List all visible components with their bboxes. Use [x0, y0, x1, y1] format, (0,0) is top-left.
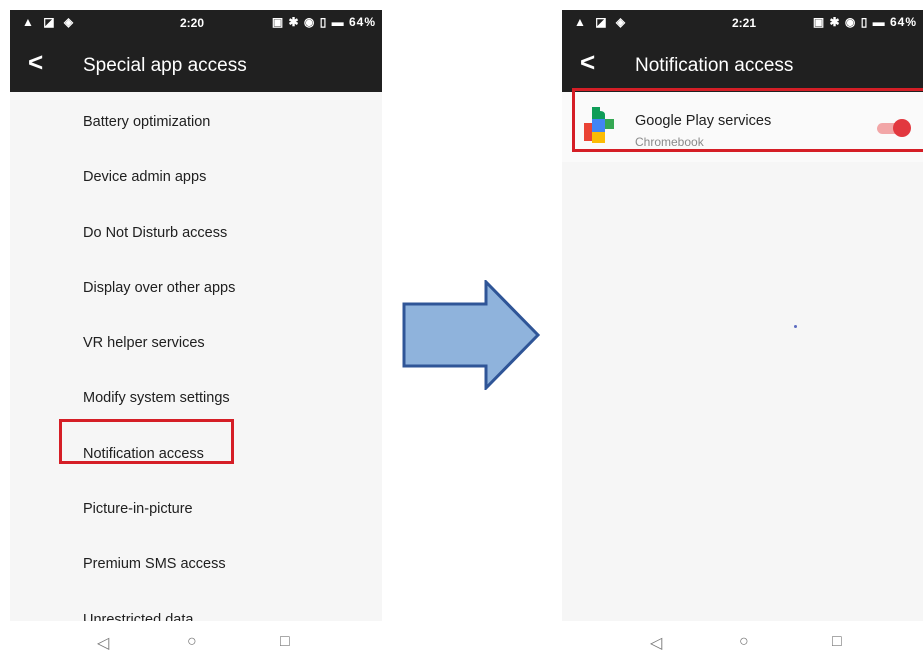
nav-recent-icon[interactable]: □: [832, 633, 842, 651]
back-arrow-icon[interactable]: <: [28, 47, 43, 78]
list-item-label: Battery optimization: [83, 114, 211, 130]
list-item-label: Premium SMS access: [83, 556, 226, 573]
list-item-label: Modify system settings: [83, 390, 230, 407]
list-item-label: Picture-in-picture: [83, 501, 193, 518]
page-title: Notification access: [635, 55, 794, 76]
status-left-icons: ▲ ◪ ◈: [574, 15, 629, 29]
settings-list: Battery optimization Device admin apps D…: [10, 93, 382, 628]
page-title: Special app access: [83, 55, 247, 76]
status-right-icons: ▣ ✱ ◉ ▯ ▬ 64%: [812, 15, 917, 29]
list-item-label: VR helper services: [83, 335, 205, 352]
right-arrow-icon: [400, 278, 542, 392]
nav-back-icon[interactable]: ◁: [650, 633, 662, 653]
nav-home-icon[interactable]: ○: [739, 633, 749, 651]
list-item-display-over-other-apps[interactable]: Display over other apps: [10, 259, 382, 314]
nav-bar: ◁ ○ □: [10, 621, 382, 667]
status-right-icons: ▣ ✱ ◉ ▯ ▬ 64%: [271, 15, 376, 29]
loading-dot: [794, 325, 797, 328]
nav-back-icon[interactable]: ◁: [97, 633, 109, 653]
status-bar: ▲ ◪ ◈ 2:20 ▣ ✱ ◉ ▯ ▬ 64%: [10, 10, 382, 35]
list-item-picture-in-picture[interactable]: Picture-in-picture: [10, 480, 382, 535]
status-left-icons: ▲ ◪ ◈: [22, 15, 77, 29]
back-arrow-icon[interactable]: <: [580, 47, 595, 78]
list-item-battery-optimization[interactable]: Battery optimization: [10, 93, 382, 148]
list-item-device-admin-apps[interactable]: Device admin apps: [10, 148, 382, 203]
app-bar: < Notification access: [562, 35, 923, 92]
status-time: 2:21: [732, 16, 757, 30]
nav-bar: ◁ ○ □: [562, 621, 923, 667]
nav-home-icon[interactable]: ○: [187, 633, 197, 651]
status-bar: ▲ ◪ ◈ 2:21 ▣ ✱ ◉ ▯ ▬ 64%: [562, 10, 923, 35]
left-phone-screen: ▲ ◪ ◈ 2:20 ▣ ✱ ◉ ▯ ▬ 64% < Special app a…: [10, 10, 382, 667]
app-bar: < Special app access: [10, 35, 382, 92]
list-item-label: Device admin apps: [83, 169, 207, 186]
notification-access-highlight: [59, 419, 234, 464]
list-item-modify-system-settings[interactable]: Modify system settings: [10, 369, 382, 424]
nav-recent-icon[interactable]: □: [280, 633, 290, 651]
list-item-premium-sms-access[interactable]: Premium SMS access: [10, 535, 382, 590]
list-item-vr-helper-services[interactable]: VR helper services: [10, 314, 382, 369]
google-play-services-highlight: [572, 88, 923, 152]
list-item-label: Do Not Disturb access: [83, 224, 228, 241]
status-time: 2:20: [180, 16, 205, 30]
list-item-label: Display over other apps: [83, 279, 236, 296]
list-item-do-not-disturb-access[interactable]: Do Not Disturb access: [10, 204, 382, 259]
